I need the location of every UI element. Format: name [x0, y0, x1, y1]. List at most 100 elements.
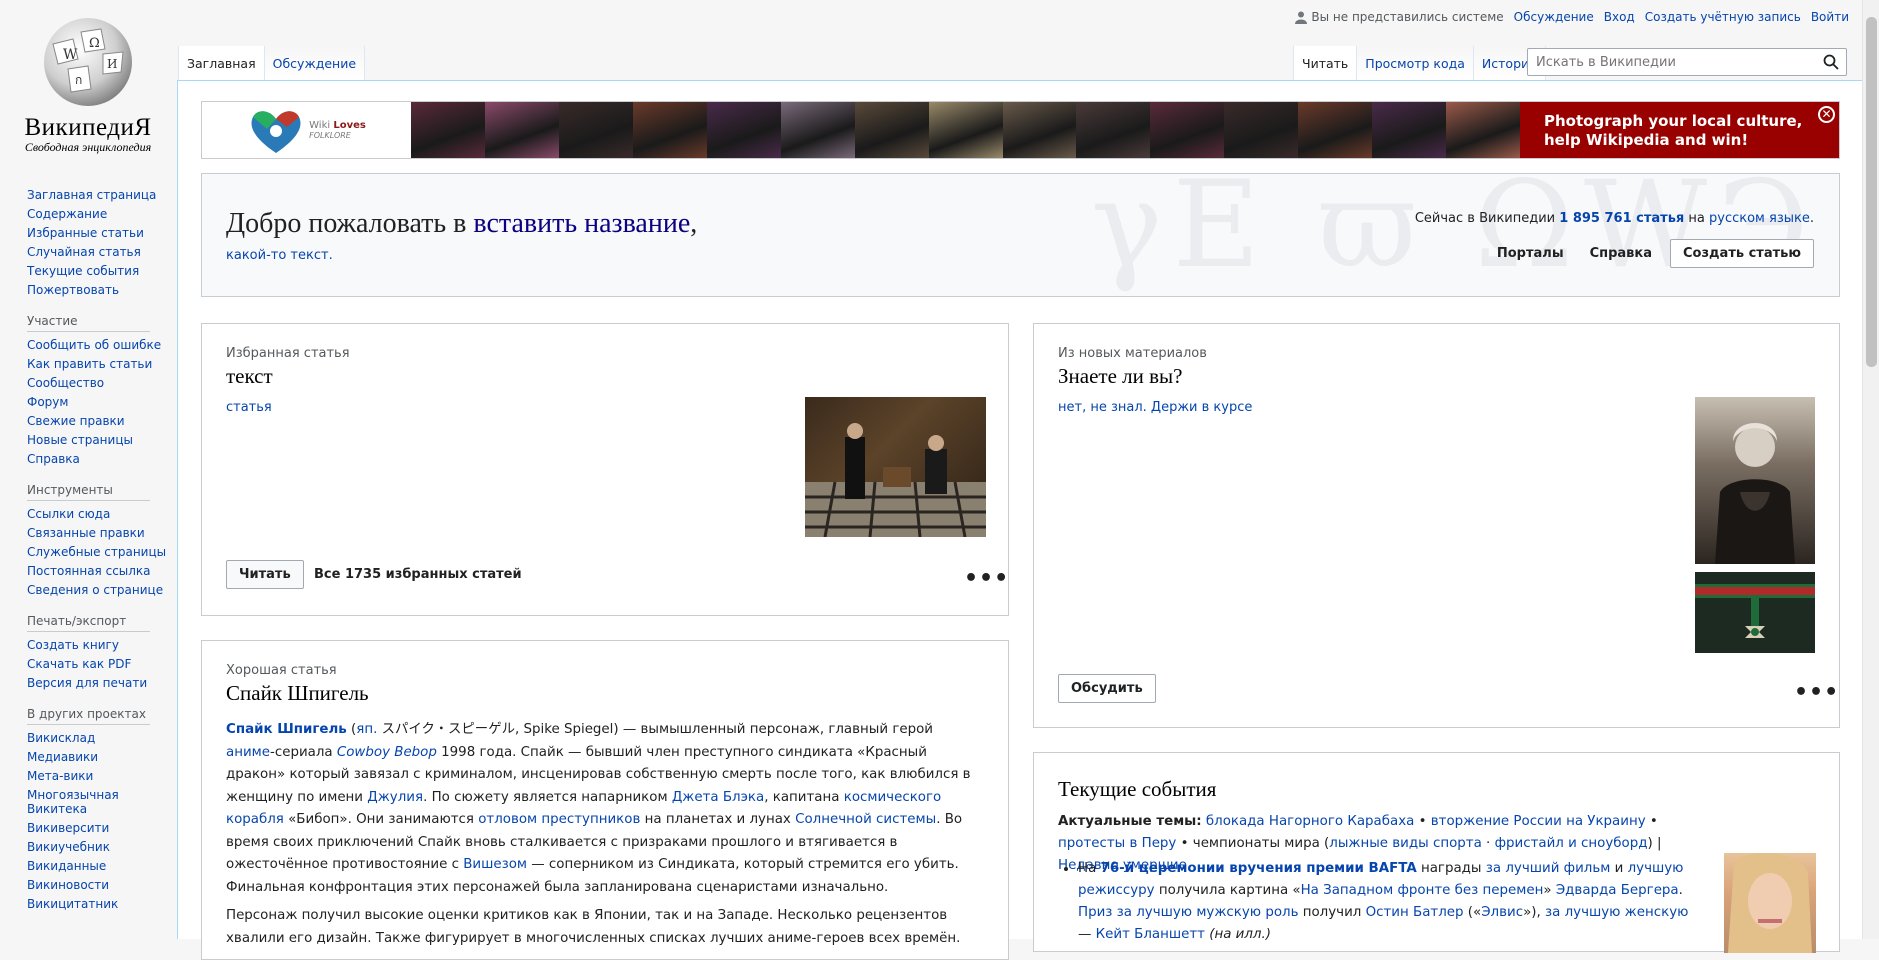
news-image[interactable]: [1724, 852, 1816, 953]
sidebar-item[interactable]: Сообщить об ошибке: [27, 336, 176, 355]
ni-film[interactable]: за лучший фильм: [1486, 861, 1611, 876]
wlf-banner[interactable]: Wiki Loves FOLKLORE Photograph your loca…: [201, 101, 1840, 159]
link-hunt[interactable]: отловом преступников: [478, 812, 640, 827]
personal-link[interactable]: Вход: [1604, 10, 1635, 24]
link-anime[interactable]: аниме: [226, 745, 270, 760]
link-julia[interactable]: Джулия: [367, 790, 423, 805]
sidebar-item[interactable]: Свежие правки: [27, 412, 176, 431]
sidebar-item[interactable]: Викицитатник: [27, 895, 176, 914]
discuss-button[interactable]: Обсудить: [1058, 674, 1156, 703]
sidebar-item[interactable]: Викиновости: [27, 876, 176, 895]
featured-link[interactable]: статья: [226, 400, 272, 415]
sidebar-item[interactable]: Медиавики: [27, 748, 176, 767]
sidebar-item[interactable]: Мета-вики: [27, 767, 176, 786]
portals-button[interactable]: Порталы: [1489, 246, 1572, 261]
wlf-folklore: FOLKLORE: [309, 131, 351, 140]
count-link[interactable]: 1 895 761 статья: [1559, 211, 1684, 226]
sidebar-nav-item[interactable]: Заглавная страница: [27, 186, 176, 205]
sidebar-nav-item[interactable]: Избранные статьи: [27, 224, 176, 243]
tab[interactable]: Просмотр кода: [1356, 46, 1473, 80]
ni-actor[interactable]: Приз за лучшую мужскую роль: [1078, 905, 1298, 920]
sidebar-nav-item[interactable]: Пожертвовать: [27, 281, 176, 300]
search-icon[interactable]: [1823, 54, 1839, 74]
good-paragraph-2: Персонаж получил высокие оценки критиков…: [226, 908, 961, 946]
link-vicious[interactable]: Вишезом: [463, 857, 527, 872]
text-jp: スパイク・スピーゲル, Spike Spiegel) — вымышленный…: [377, 722, 933, 737]
tab[interactable]: Заглавная: [178, 46, 264, 80]
dyk-link[interactable]: нет, не знал. Держи в курсе: [1058, 400, 1252, 415]
sidebar-item[interactable]: Многоязычная Викитека: [27, 786, 176, 819]
topic-peru[interactable]: протесты в Перу: [1058, 836, 1176, 851]
ni-butler[interactable]: Остин Батлер: [1366, 905, 1464, 920]
did-you-know-card: Из новых материалов Знаете ли вы? нет, н…: [1033, 323, 1840, 728]
page-scrollbar[interactable]: [1862, 0, 1879, 939]
sidebar-item[interactable]: Постоянная ссылка: [27, 562, 176, 581]
read-button[interactable]: Читать: [226, 560, 304, 589]
help-button[interactable]: Справка: [1582, 246, 1660, 261]
tab[interactable]: Обсуждение: [263, 46, 366, 80]
topic-ukraine[interactable]: вторжение России на Украину: [1431, 814, 1646, 829]
sidebar-navigation: Заглавная страница Содержание Избранные ст…: [27, 186, 176, 300]
sidebar-nav-item[interactable]: Текущие события: [27, 262, 176, 281]
link-jp-lang[interactable]: яп.: [356, 722, 377, 737]
personal-link[interactable]: Войти: [1811, 10, 1849, 24]
sidebar-item[interactable]: Сообщество: [27, 374, 176, 393]
welcome-link[interactable]: вставить название: [473, 208, 690, 239]
text-1: -сериала: [270, 744, 337, 760]
banner-close-icon[interactable]: ✕: [1818, 106, 1835, 123]
ni-movie[interactable]: На Западном фронте без перемен: [1301, 883, 1544, 898]
search-input[interactable]: [1528, 49, 1808, 75]
sidebar-item[interactable]: Создать книгу: [27, 636, 176, 655]
sidebar-item[interactable]: Викиучебник: [27, 838, 176, 857]
sidebar-nav-item[interactable]: Содержание: [27, 205, 176, 224]
globe-icon: W Ω И ก: [44, 18, 132, 106]
sidebar-item[interactable]: Викиверсити: [27, 819, 176, 838]
sidebar-item[interactable]: Версия для печати: [27, 674, 176, 693]
sidebar-item[interactable]: Скачать как PDF: [27, 655, 176, 674]
sidebar-item[interactable]: Справка: [27, 450, 176, 469]
banner-cta[interactable]: Photograph your local culture, help Wiki…: [1520, 102, 1839, 158]
sidebar-item[interactable]: Ссылки сюда: [27, 505, 176, 524]
featured-article-card: Избранная статья текст статья Читать Все…: [201, 323, 1009, 616]
topic-freestyle[interactable]: фристайл и сноуборд: [1495, 836, 1648, 851]
topic-ski[interactable]: лыжные виды спорта: [1329, 836, 1482, 851]
sidebar-item[interactable]: Новые страницы: [27, 431, 176, 450]
banner-photo: [854, 102, 929, 158]
ni-blanchett[interactable]: Кейт Бланшетт: [1096, 927, 1205, 942]
link-spike[interactable]: Спайк Шпигель: [226, 722, 347, 737]
good-kicker: Хорошая статья: [226, 663, 337, 678]
ni-actress[interactable]: за лучшую женскую: [1545, 905, 1688, 920]
sidebar-item[interactable]: Викисклад: [27, 729, 176, 748]
link-solar[interactable]: Солнечной системы: [795, 812, 936, 827]
personal-link[interactable]: Создать учётную запись: [1645, 10, 1801, 24]
create-article-button[interactable]: Создать статью: [1670, 239, 1814, 268]
link-cowboy-bebop[interactable]: Cowboy Bebop: [337, 745, 437, 760]
ni-berger[interactable]: Эдварда Бергера: [1556, 883, 1679, 898]
welcome-subtitle[interactable]: какой-то текст.: [226, 248, 333, 263]
featured-image[interactable]: [805, 397, 986, 538]
dyk-medal-image[interactable]: [1695, 572, 1815, 653]
count-lang-link[interactable]: русском языке: [1709, 211, 1810, 226]
sidebar-item[interactable]: Форум: [27, 393, 176, 412]
sidebar-item[interactable]: Служебные страницы: [27, 543, 176, 562]
banner-photo: [558, 102, 633, 158]
ni-elvis[interactable]: Элвис: [1481, 905, 1523, 920]
dyk-portrait-image[interactable]: [1695, 397, 1815, 564]
sidebar-nav-item[interactable]: Случайная статья: [27, 243, 176, 262]
personal-link[interactable]: Обсуждение: [1514, 10, 1594, 24]
sidebar-item[interactable]: Викиданные: [27, 857, 176, 876]
scrollbar-thumb[interactable]: [1866, 17, 1877, 367]
sidebar-item[interactable]: Как править статьи: [27, 355, 176, 374]
sidebar-item[interactable]: Сведения о странице: [27, 581, 176, 600]
tab[interactable]: Читать: [1293, 46, 1357, 80]
dyk-more-options-icon[interactable]: •••: [1794, 682, 1839, 704]
more-options-icon[interactable]: •••: [964, 568, 1009, 590]
wikipedia-logo[interactable]: W Ω И ก ВикипедиЯ Свободная энциклопедия: [0, 0, 176, 160]
ni-bafta[interactable]: 76-й церемонии вручения премии BAFTA: [1101, 861, 1417, 876]
topic-karabakh[interactable]: блокада Нагорного Карабаха: [1206, 814, 1414, 829]
sidebar-section: Участие Сообщить об ошибке Как править ста…: [27, 314, 176, 469]
all-featured-link[interactable]: Все 1735 избранных статей: [314, 567, 522, 582]
link-jet[interactable]: Джета Блэка: [672, 790, 764, 805]
dyk-kicker: Из новых материалов: [1058, 346, 1207, 361]
sidebar-item[interactable]: Связанные правки: [27, 524, 176, 543]
